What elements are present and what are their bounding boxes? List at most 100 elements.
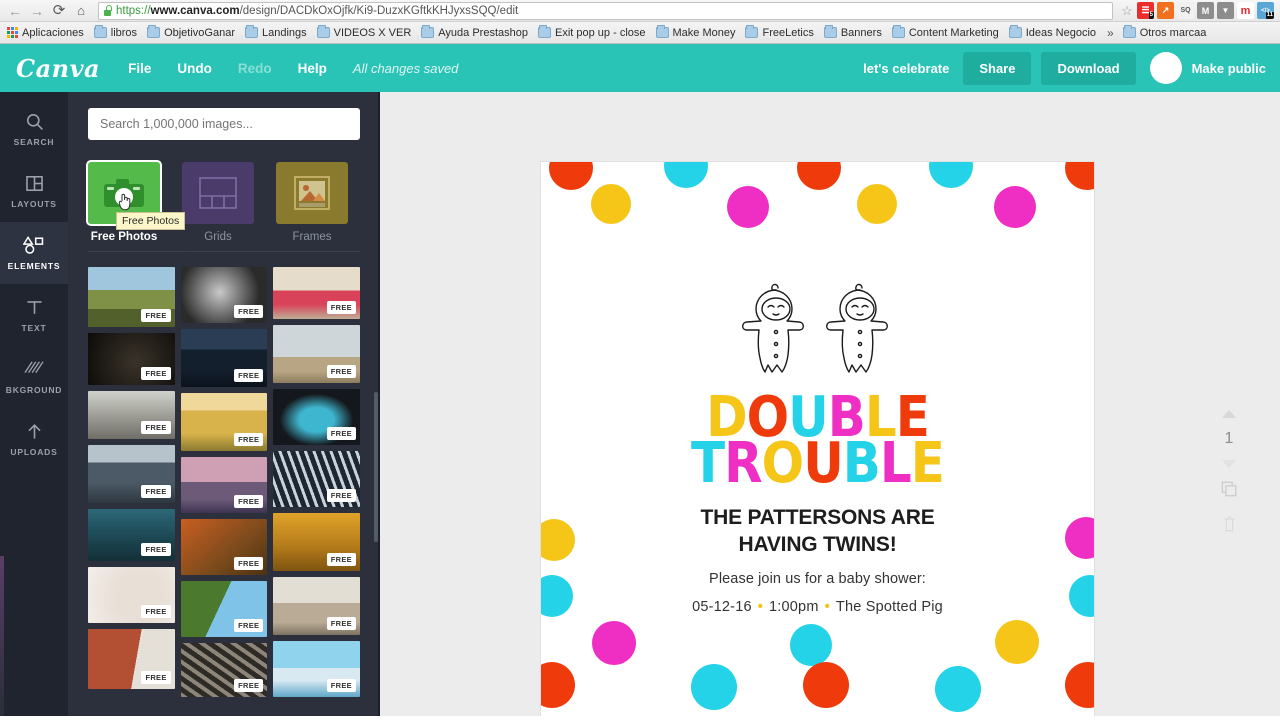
category-free-photos[interactable]: Free Photos Free Photos — [88, 162, 186, 243]
photo-thumbnail[interactable]: FREE — [273, 641, 360, 697]
download-button[interactable]: Download — [1041, 51, 1136, 85]
seoquake-extension[interactable]: SQ — [1177, 2, 1194, 19]
bookmark-otros-marcadores[interactable]: Otros marcaa — [1119, 25, 1213, 40]
text-icon — [25, 297, 44, 317]
delete-page-icon[interactable] — [1222, 515, 1237, 538]
photo-thumbnail[interactable]: FREE — [88, 509, 175, 561]
avatar[interactable] — [1149, 52, 1182, 84]
apps-grid-icon — [7, 27, 18, 38]
reload-icon[interactable]: ⟳ — [48, 1, 70, 21]
photo-thumbnail[interactable]: FREE — [88, 567, 175, 623]
menu-file[interactable]: File — [128, 61, 151, 76]
photo-thumbnail[interactable]: FREE — [273, 513, 360, 571]
folder-icon — [421, 25, 435, 38]
sidebar-item-uploads[interactable]: UPLOADS — [0, 408, 68, 470]
menu-redo[interactable]: Redo — [238, 61, 272, 76]
photo-thumbnail[interactable]: FREE — [180, 267, 268, 323]
detail-separator: • — [757, 599, 764, 615]
bookmark-star-icon[interactable]: ☆ — [1117, 3, 1137, 19]
photo-thumbnail[interactable]: FREE — [88, 445, 175, 503]
decorative-dot — [935, 666, 981, 712]
details-text[interactable]: 05-12-16 • 1:00pm • The Spotted Pig — [541, 599, 1094, 615]
photo-thumbnail[interactable]: FREE — [180, 393, 268, 451]
photo-thumbnail[interactable]: FREE — [273, 267, 360, 319]
panel-divider — [68, 243, 380, 267]
address-bar[interactable]: https://www.canva.com/design/DACDkOxOjfk… — [98, 1, 1113, 20]
feedly-extension[interactable]: ☰ 5 — [1137, 2, 1154, 19]
free-badge: FREE — [234, 495, 264, 508]
design-title[interactable]: let's celebrate — [863, 61, 949, 76]
bookmark-label: Aplicaciones — [22, 26, 84, 39]
photo-thumbnail[interactable]: FREE — [88, 629, 175, 689]
title-letter: L — [879, 430, 912, 496]
bookmark-label: Banners — [840, 26, 882, 39]
sidebar-item-background[interactable]: BKGROUND — [0, 346, 68, 408]
twin-babies-illustration[interactable] — [728, 274, 908, 384]
category-grids[interactable]: Grids — [182, 162, 259, 243]
photo-thumbnail[interactable]: FREE — [273, 325, 360, 383]
bookmark-exit-pop-up[interactable]: Exit pop up - close — [534, 25, 652, 40]
folder-icon — [147, 25, 161, 38]
url-path: /design/DACDkOxOjfk/Ki9-DuzxKGftkKHJyxsS… — [239, 4, 519, 17]
bookmark-videos-x-ver[interactable]: VIDEOS X VER — [313, 25, 418, 40]
canva-logo[interactable]: Canva — [16, 54, 100, 83]
bookmark-apps[interactable]: Aplicaciones — [3, 26, 90, 40]
photo-thumbnail[interactable]: FREE — [180, 643, 268, 697]
menu-undo[interactable]: Undo — [177, 61, 212, 76]
folder-icon — [891, 25, 905, 38]
free-badge: FREE — [141, 309, 171, 322]
photo-thumbnail[interactable]: FREE — [180, 329, 268, 387]
header-menu: File Undo Redo Help — [128, 61, 327, 76]
photo-thumbnail[interactable]: FREE — [88, 333, 175, 385]
sidebar-item-search[interactable]: SEARCH — [0, 98, 68, 160]
forward-icon[interactable]: → — [26, 1, 48, 21]
photo-thumbnail[interactable]: FREE — [180, 581, 268, 637]
move-page-up-icon[interactable] — [1222, 410, 1236, 418]
sidebar-item-text[interactable]: TEXT — [0, 284, 68, 346]
bookmark-label: Ayuda Prestashop — [438, 26, 528, 39]
photo-thumbnail[interactable]: FREE — [88, 267, 175, 327]
moz-extension[interactable]: m — [1237, 2, 1254, 19]
bookmark-label: Make Money — [672, 26, 736, 39]
home-icon[interactable]: ⌂ — [70, 1, 92, 21]
sidebar-item-layouts[interactable]: LAYOUTS — [0, 160, 68, 222]
folder-icon — [1008, 25, 1022, 38]
analytics-extension[interactable]: ↗ — [1157, 2, 1174, 19]
decorative-dot — [1065, 662, 1094, 708]
design-page[interactable]: DOUBLE TROUBLE THE PATTERSONS ARE HAVING… — [541, 162, 1094, 716]
photo-thumbnail[interactable]: FREE — [180, 519, 268, 575]
bookmark-ideas-negocio[interactable]: Ideas Negocio — [1005, 25, 1102, 40]
mailtrack-extension[interactable]: M — [1197, 2, 1214, 19]
category-frames[interactable]: Frames — [276, 162, 353, 243]
code-extension[interactable]: </> 11 — [1257, 2, 1274, 19]
duplicate-page-icon[interactable] — [1220, 480, 1238, 503]
sidebar-item-elements[interactable]: ELEMENTS — [0, 222, 68, 284]
photo-thumbnail[interactable]: FREE — [273, 451, 360, 507]
bookmark-banners[interactable]: Banners — [820, 25, 888, 40]
photo-thumbnail[interactable]: FREE — [88, 391, 175, 439]
bookmark-libros[interactable]: libros — [90, 25, 143, 40]
bookmark-landings[interactable]: Landings — [241, 25, 313, 40]
bookmark-ayuda-prestashop[interactable]: Ayuda Prestashop — [417, 25, 534, 40]
make-public-label[interactable]: Make public — [1192, 61, 1266, 76]
photo-thumbnail[interactable]: FREE — [273, 389, 360, 445]
bookmark-freeletics[interactable]: FreeLetics — [741, 25, 819, 40]
canvas-area[interactable]: DOUBLE TROUBLE THE PATTERSONS ARE HAVING… — [380, 92, 1280, 716]
bubble-title[interactable]: DOUBLE TROUBLE — [541, 389, 1094, 496]
photo-thumbnail[interactable]: FREE — [273, 577, 360, 635]
search-input[interactable] — [88, 108, 360, 140]
bookmark-objetivoganar[interactable]: ObjetivoGanar — [143, 25, 241, 40]
bookmark-content-marketing[interactable]: Content Marketing — [888, 25, 1005, 40]
bookmarks-overflow-button[interactable]: » — [1102, 26, 1119, 40]
subtitle-text[interactable]: Please join us for a baby shower: — [541, 571, 1094, 587]
back-icon[interactable]: ← — [4, 1, 26, 21]
bookmark-make-money[interactable]: Make Money — [652, 25, 742, 40]
share-button[interactable]: Share — [963, 51, 1032, 85]
title-line-2: TROUBLE — [541, 430, 1094, 496]
headline-text[interactable]: THE PATTERSONS ARE HAVING TWINS! — [541, 505, 1094, 559]
shield-extension[interactable]: ▼ — [1217, 2, 1234, 19]
move-page-down-icon[interactable] — [1222, 460, 1236, 468]
grid-icon — [182, 162, 259, 224]
menu-help[interactable]: Help — [298, 61, 327, 76]
photo-thumbnail[interactable]: FREE — [180, 457, 268, 513]
